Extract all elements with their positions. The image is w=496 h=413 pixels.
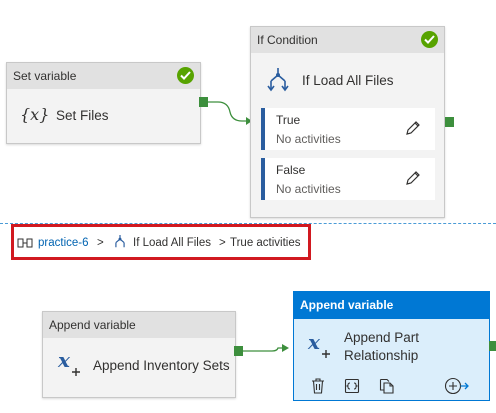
branch-true[interactable]: True No activities bbox=[261, 108, 435, 150]
append-inventory-activity[interactable]: Append variable x Append Inventory Sets bbox=[42, 311, 236, 398]
breadcrumb-pipeline-link[interactable]: practice-6 bbox=[38, 237, 89, 249]
breadcrumb: practice-6 > If Load All Files > True ac… bbox=[11, 224, 311, 260]
pipeline-icon bbox=[17, 237, 33, 252]
variable-braces-icon: {x} bbox=[20, 105, 50, 124]
activity-name: If Load All Files bbox=[302, 73, 394, 88]
branch-activity-count: No activities bbox=[276, 132, 341, 146]
activity-type-label: Set variable bbox=[7, 63, 200, 89]
success-check-icon bbox=[421, 31, 438, 48]
activity-name-line2: Relationship bbox=[344, 348, 419, 363]
condition-branch-icon bbox=[266, 67, 290, 98]
breadcrumb-current: True activities bbox=[230, 237, 301, 249]
svg-text:x: x bbox=[307, 332, 321, 354]
copy-icon[interactable] bbox=[379, 378, 395, 399]
branch-label: False bbox=[276, 163, 306, 177]
svg-text:x: x bbox=[57, 350, 71, 372]
append-variable-icon: x bbox=[307, 330, 333, 365]
activity-name: Append Inventory Sets bbox=[93, 358, 230, 373]
output-port[interactable] bbox=[489, 341, 496, 351]
append-part-activity[interactable]: Append variable x Append Part Relationsh… bbox=[293, 291, 490, 401]
activity-type-label: If Condition bbox=[251, 27, 444, 53]
append-variable-icon: x bbox=[57, 348, 83, 383]
breadcrumb-separator: > bbox=[219, 237, 226, 249]
branch-false[interactable]: False No activities bbox=[261, 158, 435, 200]
condition-branch-icon bbox=[113, 234, 127, 253]
connector-arrow bbox=[242, 344, 289, 352]
branch-label: True bbox=[276, 113, 301, 127]
activity-name-line1: Append Part bbox=[344, 330, 420, 345]
add-connection-icon[interactable] bbox=[444, 377, 470, 400]
activity-type-label: Append variable bbox=[294, 292, 489, 319]
activity-type-label: Append variable bbox=[43, 312, 235, 338]
output-port[interactable] bbox=[445, 117, 454, 127]
if-condition-activity[interactable]: If Condition If Load All Files True No a… bbox=[250, 26, 445, 218]
breadcrumb-separator: > bbox=[97, 237, 104, 249]
edit-pencil-icon[interactable] bbox=[405, 170, 421, 191]
connector-arrow bbox=[206, 101, 252, 125]
edit-pencil-icon[interactable] bbox=[405, 120, 421, 141]
code-icon[interactable] bbox=[344, 378, 360, 399]
breadcrumb-activity[interactable]: If Load All Files bbox=[133, 237, 211, 249]
set-variable-activity[interactable]: Set variable {x} Set Files bbox=[6, 62, 201, 144]
branch-activity-count: No activities bbox=[276, 182, 341, 196]
delete-icon[interactable] bbox=[311, 378, 325, 399]
activity-name: Set Files bbox=[56, 108, 109, 123]
success-check-icon bbox=[177, 67, 194, 84]
